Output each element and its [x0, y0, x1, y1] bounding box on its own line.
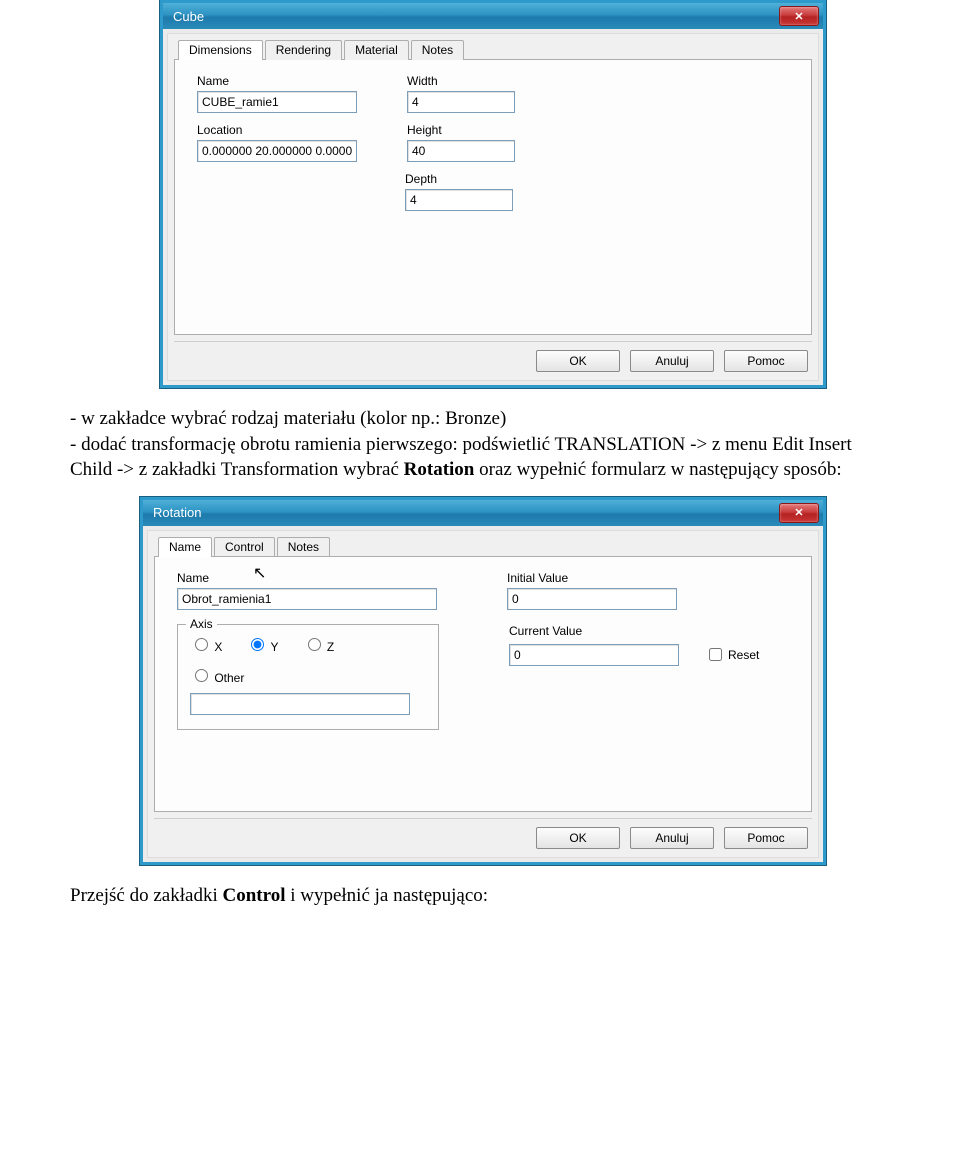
instruction-text-1: - w zakładce wybrać rodzaj materiału (ko… [70, 406, 890, 483]
help-button[interactable]: Pomoc [724, 827, 808, 849]
tab-notes[interactable]: Notes [411, 40, 464, 60]
ok-button[interactable]: OK [536, 827, 620, 849]
depth-input[interactable] [405, 189, 513, 211]
reset-label: Reset [728, 648, 759, 662]
reset-checkbox[interactable] [709, 648, 722, 661]
axis-other-input[interactable] [190, 693, 410, 715]
rotation-title: Rotation [153, 505, 201, 520]
rot-name-label: Name [177, 571, 437, 585]
name-input[interactable] [197, 91, 357, 113]
ok-button[interactable]: OK [536, 350, 620, 372]
init-value-input[interactable] [507, 588, 677, 610]
width-input[interactable] [407, 91, 515, 113]
name-label: Name [197, 74, 357, 88]
tab-dimensions[interactable]: Dimensions [178, 40, 263, 60]
rotation-tabs: Name Control Notes [154, 537, 812, 557]
axis-x-radio[interactable]: X [190, 635, 222, 654]
axis-other-radio[interactable]: Other [190, 666, 244, 685]
cancel-button[interactable]: Anuluj [630, 827, 714, 849]
help-button[interactable]: Pomoc [724, 350, 808, 372]
tab-notes2[interactable]: Notes [277, 537, 330, 557]
location-label: Location [197, 123, 357, 137]
cube-titlebar: Cube ✕ [163, 3, 823, 29]
rotation-titlebar: Rotation ✕ [143, 500, 823, 526]
rotation-tabpanel: ↖ Name Initial Value Axis X [154, 556, 812, 812]
rot-name-input[interactable] [177, 588, 437, 610]
width-label: Width [407, 74, 515, 88]
height-input[interactable] [407, 140, 515, 162]
cube-dialog: Cube ✕ Dimensions Rendering Material Not… [160, 0, 826, 388]
rotation-dialog: Rotation ✕ Name Control Notes ↖ Name Ini… [140, 497, 826, 865]
cube-tabs: Dimensions Rendering Material Notes [174, 40, 812, 60]
cube-title: Cube [173, 9, 204, 24]
instruction-text-2: Przejść do zakładki Control i wypełnić j… [70, 883, 890, 909]
tab-control[interactable]: Control [214, 537, 275, 557]
close-icon[interactable]: ✕ [779, 503, 819, 523]
depth-label: Depth [405, 172, 513, 186]
cur-value-input[interactable] [509, 644, 679, 666]
axis-group: Axis X Y Z Other [177, 624, 439, 730]
cube-tabpanel: Name Width Location Height [174, 59, 812, 335]
axis-y-radio[interactable]: Y [246, 635, 278, 654]
axis-group-label: Axis [186, 617, 217, 631]
cur-value-label: Current Value [509, 624, 759, 638]
tab-name[interactable]: Name [158, 537, 212, 557]
tab-material[interactable]: Material [344, 40, 409, 60]
init-value-label: Initial Value [507, 571, 677, 585]
height-label: Height [407, 123, 515, 137]
tab-rendering[interactable]: Rendering [265, 40, 342, 60]
cancel-button[interactable]: Anuluj [630, 350, 714, 372]
location-input[interactable] [197, 140, 357, 162]
axis-z-radio[interactable]: Z [303, 635, 335, 654]
close-icon[interactable]: ✕ [779, 6, 819, 26]
